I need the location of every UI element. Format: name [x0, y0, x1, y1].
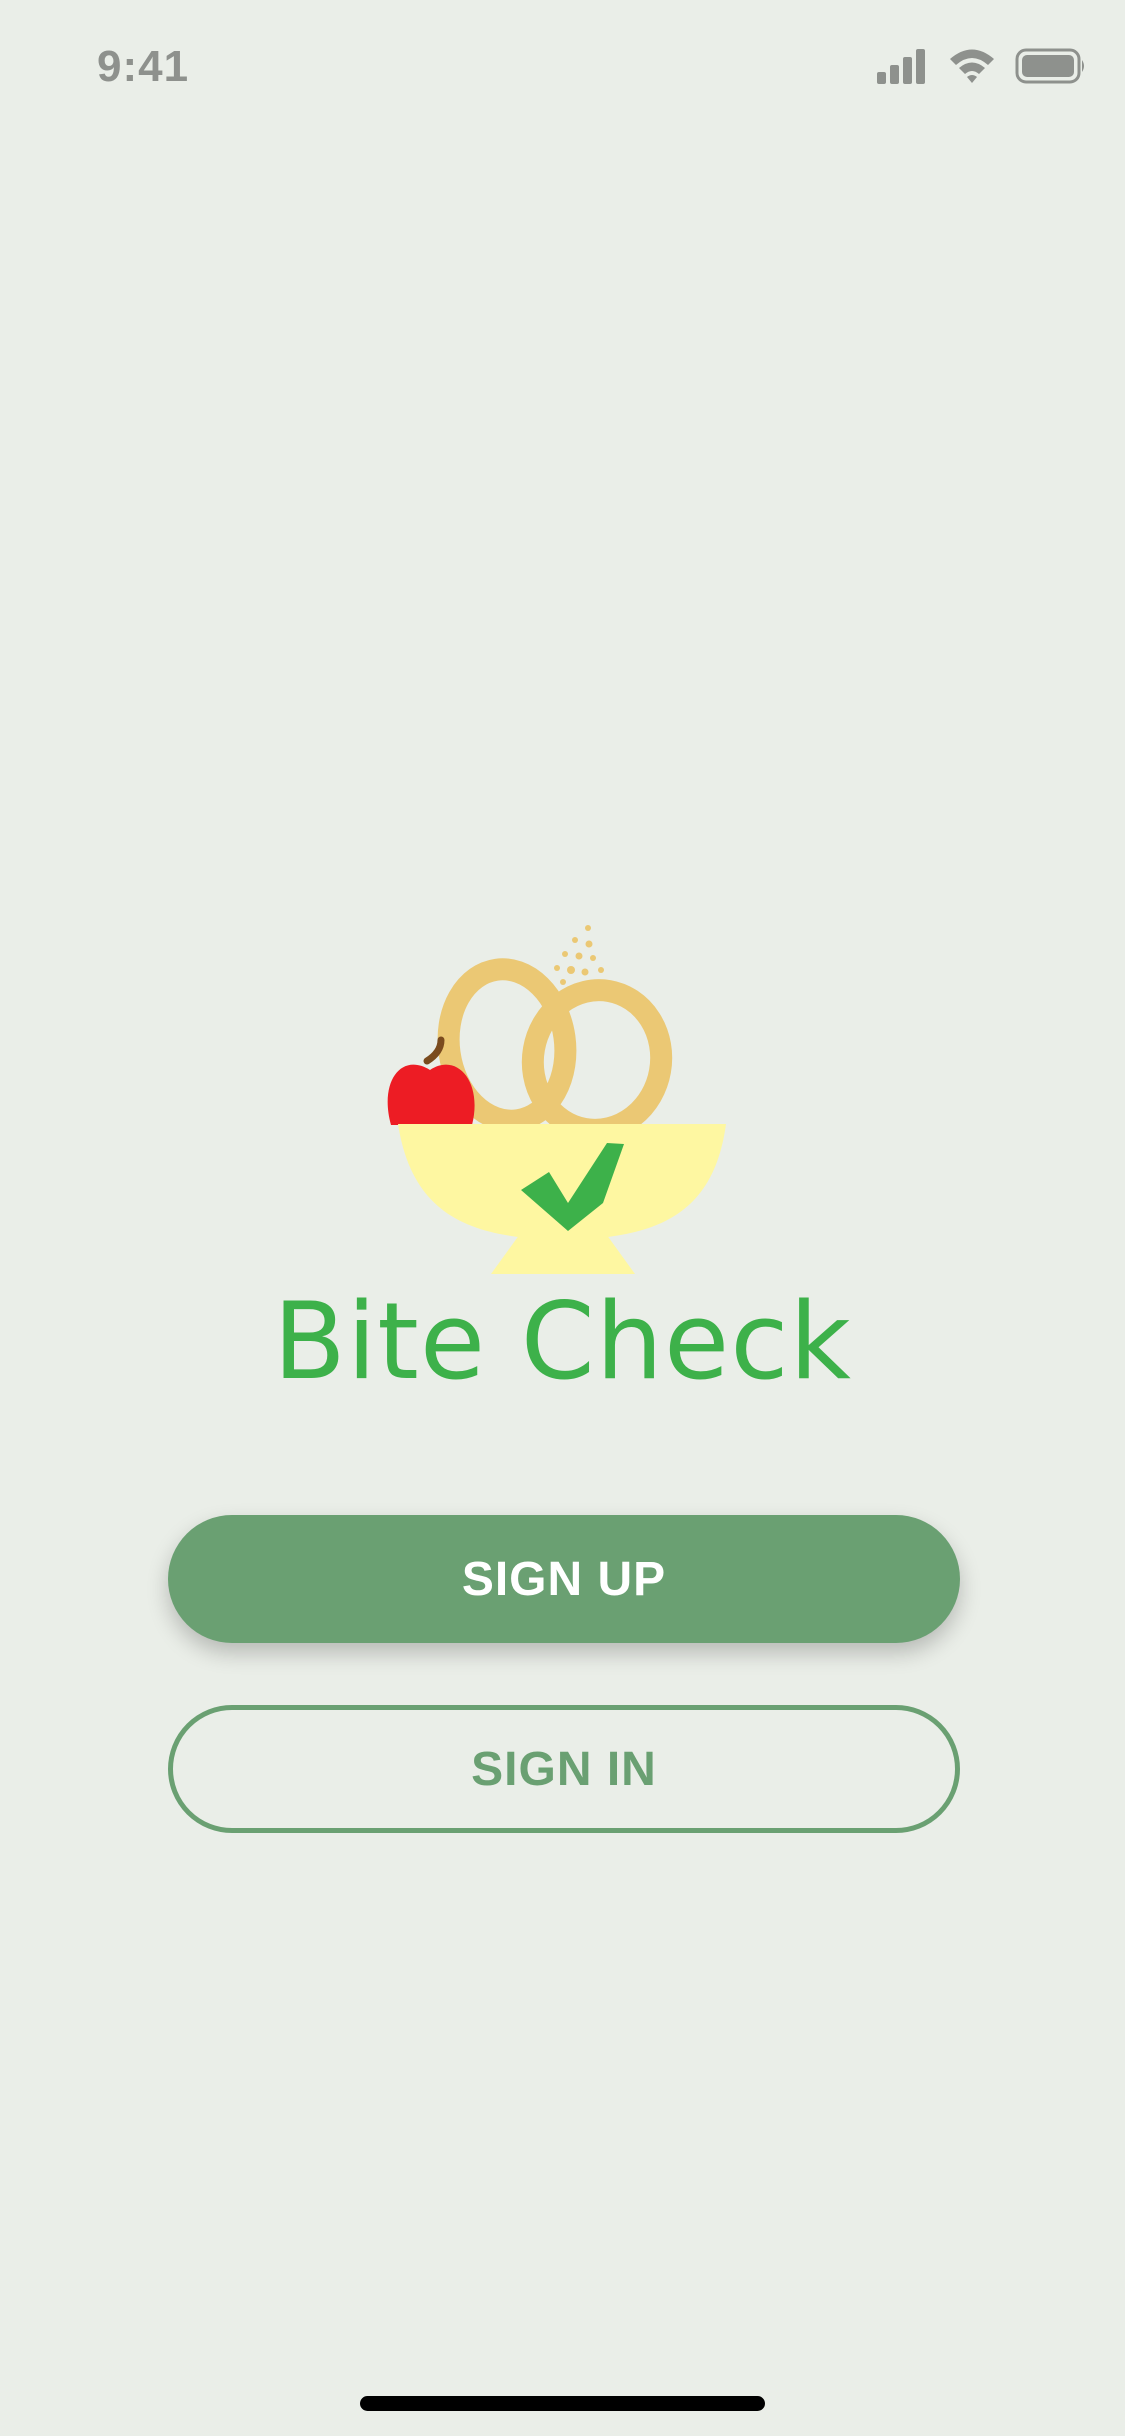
status-bar: 9:41	[0, 0, 1125, 132]
status-icons	[875, 46, 1085, 86]
wifi-icon	[950, 49, 994, 83]
apple-icon	[387, 1036, 475, 1125]
status-time: 9:41	[97, 42, 190, 91]
battery-icon	[1015, 48, 1084, 84]
sign-in-button[interactable]: SIGN IN	[168, 1705, 960, 1833]
brand-name: Bite Check	[273, 1280, 852, 1403]
sign-up-button[interactable]: SIGN UP	[168, 1515, 960, 1643]
signal-icon	[877, 49, 925, 84]
home-indicator[interactable]	[360, 2396, 765, 2411]
